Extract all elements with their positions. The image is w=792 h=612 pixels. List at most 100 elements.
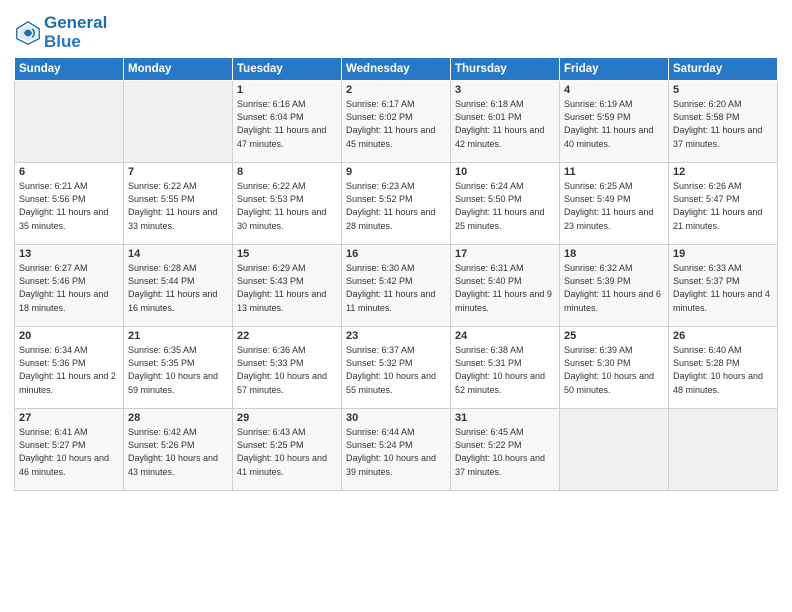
calendar-cell: 11 Sunrise: 6:25 AM Sunset: 5:49 PM Dayli…	[560, 163, 669, 245]
day-number: 9	[346, 166, 446, 178]
week-row-2: 6Sunrise: 6:21 AM Sunset: 5:56 PM Daylig…	[15, 163, 778, 245]
day-number: 17	[455, 248, 555, 260]
calendar-cell: 14 Sunrise: 6:28 AM Sunset: 5:44 PM Dayli…	[124, 245, 233, 327]
calendar-cell: 22 Sunrise: 6:36 AM Sunset: 5:33 PM Dayli…	[233, 327, 342, 409]
day-number: 5	[673, 84, 773, 96]
weekday-header-wednesday: Wednesday	[342, 58, 451, 81]
calendar-cell: 18 Sunrise: 6:32 AM Sunset: 5:39 PM Dayli…	[560, 245, 669, 327]
calendar-cell: 20 Sunrise: 6:34 AM Sunset: 5:36 PM Dayli…	[15, 327, 124, 409]
calendar-cell	[124, 81, 233, 163]
page: General Blue SundayMondayTuesdayWednesda…	[0, 0, 792, 612]
day-number: 23	[346, 330, 446, 342]
day-number: 25	[564, 330, 664, 342]
calendar-cell: 21 Sunrise: 6:35 AM Sunset: 5:35 PM Dayli…	[124, 327, 233, 409]
calendar-cell: 7 Sunrise: 6:22 AM Sunset: 5:55 PM Daylig…	[124, 163, 233, 245]
day-number: 10	[455, 166, 555, 178]
day-number: 26	[673, 330, 773, 342]
calendar-cell: 5 Sunrise: 6:20 AM Sunset: 5:58 PM Daylig…	[669, 81, 778, 163]
calendar-cell	[669, 409, 778, 491]
cell-content: Sunrise: 6:22 AM Sunset: 5:53 PM Dayligh…	[237, 180, 337, 232]
cell-content: Sunrise: 6:34 AM Sunset: 5:36 PM Dayligh…	[19, 344, 119, 396]
calendar-cell: 27 Sunrise: 6:41 AM Sunset: 5:27 PM Dayli…	[15, 409, 124, 491]
cell-content: Sunrise: 6:27 AM Sunset: 5:46 PM Dayligh…	[19, 262, 119, 314]
weekday-header-monday: Monday	[124, 58, 233, 81]
calendar-cell: 26 Sunrise: 6:40 AM Sunset: 5:28 PM Dayli…	[669, 327, 778, 409]
cell-content: Sunrise: 6:39 AM Sunset: 5:30 PM Dayligh…	[564, 344, 664, 396]
calendar-cell: 17 Sunrise: 6:31 AM Sunset: 5:40 PM Dayli…	[451, 245, 560, 327]
day-number: 13	[19, 248, 119, 260]
day-number: 1	[237, 84, 337, 96]
cell-content: Sunrise: 6:17 AM Sunset: 6:02 PM Dayligh…	[346, 98, 446, 150]
day-number: 4	[564, 84, 664, 96]
day-number: 29	[237, 412, 337, 424]
day-number: 7	[128, 166, 228, 178]
day-number: 2	[346, 84, 446, 96]
day-number: 3	[455, 84, 555, 96]
day-number: 21	[128, 330, 228, 342]
calendar-cell: 12 Sunrise: 6:26 AM Sunset: 5:47 PM Dayli…	[669, 163, 778, 245]
calendar-cell: 23Sunrise: 6:37 AM Sunset: 5:32 PM Dayli…	[342, 327, 451, 409]
day-number: 31	[455, 412, 555, 424]
cell-content: Sunrise: 6:26 AM Sunset: 5:47 PM Dayligh…	[673, 180, 773, 232]
cell-content: Sunrise: 6:35 AM Sunset: 5:35 PM Dayligh…	[128, 344, 228, 396]
cell-content: Sunrise: 6:23 AM Sunset: 5:52 PM Dayligh…	[346, 180, 446, 232]
day-number: 18	[564, 248, 664, 260]
cell-content: Sunrise: 6:28 AM Sunset: 5:44 PM Dayligh…	[128, 262, 228, 314]
day-number: 24	[455, 330, 555, 342]
calendar-cell: 25 Sunrise: 6:39 AM Sunset: 5:30 PM Dayli…	[560, 327, 669, 409]
cell-content: Sunrise: 6:38 AM Sunset: 5:31 PM Dayligh…	[455, 344, 555, 396]
weekday-header-row: SundayMondayTuesdayWednesdayThursdayFrid…	[15, 58, 778, 81]
cell-content: Sunrise: 6:45 AM Sunset: 5:22 PM Dayligh…	[455, 426, 555, 478]
week-row-4: 20 Sunrise: 6:34 AM Sunset: 5:36 PM Dayli…	[15, 327, 778, 409]
cell-content: Sunrise: 6:16 AM Sunset: 6:04 PM Dayligh…	[237, 98, 337, 150]
weekday-header-thursday: Thursday	[451, 58, 560, 81]
cell-content: Sunrise: 6:20 AM Sunset: 5:58 PM Dayligh…	[673, 98, 773, 150]
day-number: 20	[19, 330, 119, 342]
cell-content: Sunrise: 6:36 AM Sunset: 5:33 PM Dayligh…	[237, 344, 337, 396]
calendar-cell: 10 Sunrise: 6:24 AM Sunset: 5:50 PM Dayli…	[451, 163, 560, 245]
day-number: 27	[19, 412, 119, 424]
calendar-cell: 28Sunrise: 6:42 AM Sunset: 5:26 PM Dayli…	[124, 409, 233, 491]
cell-content: Sunrise: 6:29 AM Sunset: 5:43 PM Dayligh…	[237, 262, 337, 314]
cell-content: Sunrise: 6:30 AM Sunset: 5:42 PM Dayligh…	[346, 262, 446, 314]
calendar-cell: 15 Sunrise: 6:29 AM Sunset: 5:43 PM Dayli…	[233, 245, 342, 327]
cell-content: Sunrise: 6:32 AM Sunset: 5:39 PM Dayligh…	[564, 262, 664, 314]
week-row-5: 27 Sunrise: 6:41 AM Sunset: 5:27 PM Dayli…	[15, 409, 778, 491]
day-number: 6	[19, 166, 119, 178]
header: General Blue	[14, 10, 778, 51]
calendar-cell: 9 Sunrise: 6:23 AM Sunset: 5:52 PM Daylig…	[342, 163, 451, 245]
cell-content: Sunrise: 6:44 AM Sunset: 5:24 PM Dayligh…	[346, 426, 446, 478]
day-number: 14	[128, 248, 228, 260]
logo-text: General Blue	[44, 14, 107, 51]
cell-content: Sunrise: 6:22 AM Sunset: 5:55 PM Dayligh…	[128, 180, 228, 232]
cell-content: Sunrise: 6:33 AM Sunset: 5:37 PM Dayligh…	[673, 262, 773, 314]
calendar-cell: 16 Sunrise: 6:30 AM Sunset: 5:42 PM Dayli…	[342, 245, 451, 327]
cell-content: Sunrise: 6:40 AM Sunset: 5:28 PM Dayligh…	[673, 344, 773, 396]
cell-content: Sunrise: 6:31 AM Sunset: 5:40 PM Dayligh…	[455, 262, 555, 314]
calendar-cell: 31 Sunrise: 6:45 AM Sunset: 5:22 PM Dayli…	[451, 409, 560, 491]
weekday-header-saturday: Saturday	[669, 58, 778, 81]
day-number: 15	[237, 248, 337, 260]
day-number: 12	[673, 166, 773, 178]
calendar-cell: 13 Sunrise: 6:27 AM Sunset: 5:46 PM Dayli…	[15, 245, 124, 327]
cell-content: Sunrise: 6:42 AM Sunset: 5:26 PM Dayligh…	[128, 426, 228, 478]
cell-content: Sunrise: 6:41 AM Sunset: 5:27 PM Dayligh…	[19, 426, 119, 478]
day-number: 22	[237, 330, 337, 342]
calendar-cell: 4 Sunrise: 6:19 AM Sunset: 5:59 PM Daylig…	[560, 81, 669, 163]
day-number: 16	[346, 248, 446, 260]
cell-content: Sunrise: 6:24 AM Sunset: 5:50 PM Dayligh…	[455, 180, 555, 232]
cell-content: Sunrise: 6:19 AM Sunset: 5:59 PM Dayligh…	[564, 98, 664, 150]
calendar-cell: 1 Sunrise: 6:16 AM Sunset: 6:04 PM Daylig…	[233, 81, 342, 163]
calendar-cell	[15, 81, 124, 163]
day-number: 11	[564, 166, 664, 178]
day-number: 19	[673, 248, 773, 260]
calendar-cell: 8Sunrise: 6:22 AM Sunset: 5:53 PM Daylig…	[233, 163, 342, 245]
calendar-table: SundayMondayTuesdayWednesdayThursdayFrid…	[14, 57, 778, 491]
calendar-cell: 6Sunrise: 6:21 AM Sunset: 5:56 PM Daylig…	[15, 163, 124, 245]
cell-content: Sunrise: 6:18 AM Sunset: 6:01 PM Dayligh…	[455, 98, 555, 150]
calendar-cell: 2 Sunrise: 6:17 AM Sunset: 6:02 PM Daylig…	[342, 81, 451, 163]
cell-content: Sunrise: 6:25 AM Sunset: 5:49 PM Dayligh…	[564, 180, 664, 232]
day-number: 30	[346, 412, 446, 424]
weekday-header-tuesday: Tuesday	[233, 58, 342, 81]
calendar-cell: 24 Sunrise: 6:38 AM Sunset: 5:31 PM Dayli…	[451, 327, 560, 409]
